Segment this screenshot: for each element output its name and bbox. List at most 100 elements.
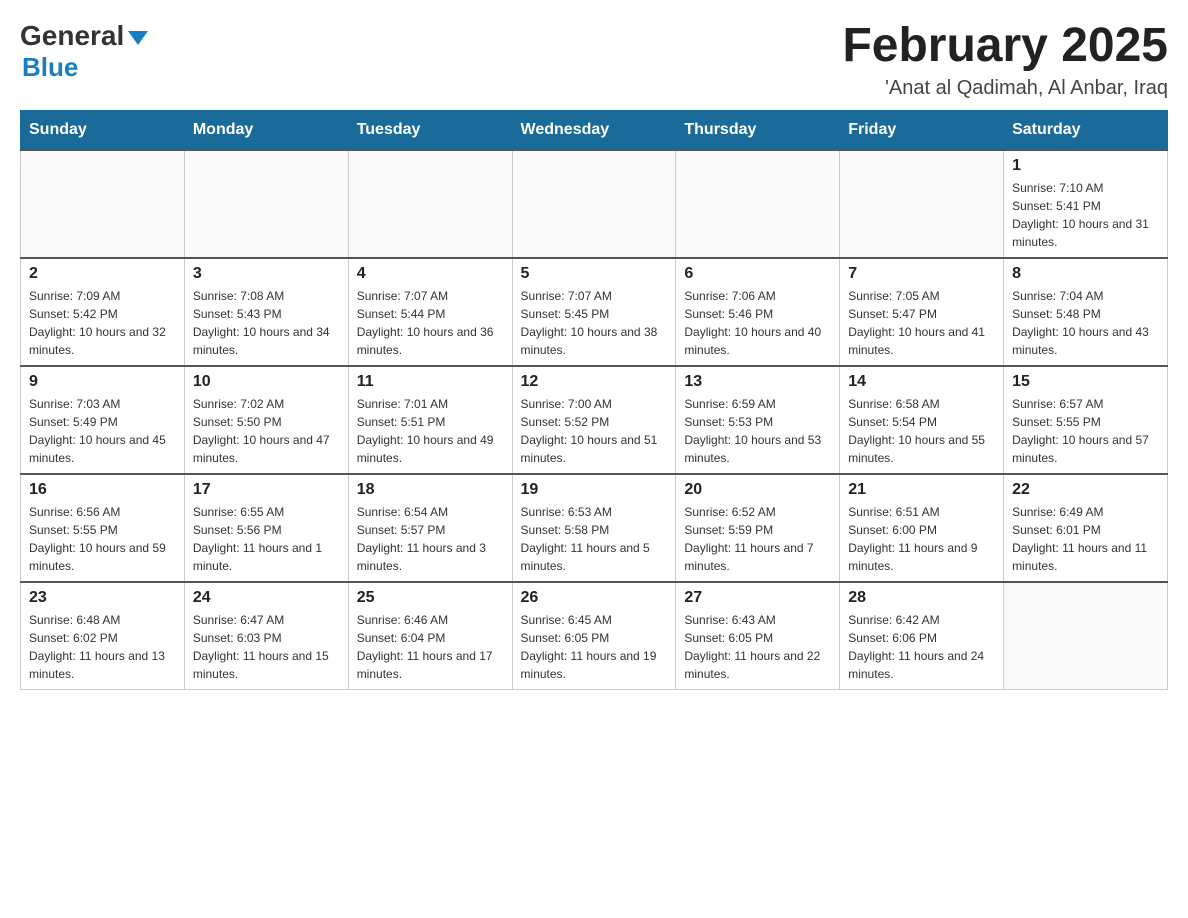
day-number: 7 xyxy=(848,265,995,283)
day-info: Sunrise: 7:06 AM Sunset: 5:46 PM Dayligh… xyxy=(684,287,831,359)
calendar-table: Sunday Monday Tuesday Wednesday Thursday… xyxy=(20,110,1168,690)
day-number: 4 xyxy=(357,265,504,283)
calendar-cell: 22 Sunrise: 6:49 AM Sunset: 6:01 PM Dayli… xyxy=(1004,474,1168,582)
day-number: 20 xyxy=(684,481,831,499)
calendar-cell xyxy=(21,150,185,258)
calendar-cell: 7Sunrise: 7:05 AM Sunset: 5:47 PM Daylig… xyxy=(840,258,1004,366)
logo: General Blue xyxy=(20,20,148,83)
day-number: 10 xyxy=(193,373,340,391)
calendar-cell: 1 Sunrise: 7:10 AM Sunset: 5:41 PM Daylig… xyxy=(1004,150,1168,258)
day-info: Sunrise: 6:49 AM Sunset: 6:01 PM Dayligh… xyxy=(1012,503,1159,575)
day-number: 26 xyxy=(521,589,668,607)
header-thursday: Thursday xyxy=(676,110,840,150)
day-number: 2 xyxy=(29,265,176,283)
calendar-cell: 3Sunrise: 7:08 AM Sunset: 5:43 PM Daylig… xyxy=(184,258,348,366)
day-info: Sunrise: 7:07 AM Sunset: 5:45 PM Dayligh… xyxy=(521,287,668,359)
day-number: 6 xyxy=(684,265,831,283)
calendar-cell: 12 Sunrise: 7:00 AM Sunset: 5:52 PM Dayli… xyxy=(512,366,676,474)
calendar-cell xyxy=(676,150,840,258)
calendar-week-4: 16 Sunrise: 6:56 AM Sunset: 5:55 PM Dayli… xyxy=(21,474,1168,582)
calendar-cell: 4 Sunrise: 7:07 AM Sunset: 5:44 PM Daylig… xyxy=(348,258,512,366)
day-number: 8 xyxy=(1012,265,1159,283)
calendar-cell: 24 Sunrise: 6:47 AM Sunset: 6:03 PM Dayli… xyxy=(184,582,348,690)
day-info: Sunrise: 6:42 AM Sunset: 6:06 PM Dayligh… xyxy=(848,611,995,683)
day-info: Sunrise: 7:07 AM Sunset: 5:44 PM Dayligh… xyxy=(357,287,504,359)
day-number: 21 xyxy=(848,481,995,499)
logo-blue-text: Blue xyxy=(22,52,78,83)
calendar-cell: 2 Sunrise: 7:09 AM Sunset: 5:42 PM Daylig… xyxy=(21,258,185,366)
day-info: Sunrise: 6:52 AM Sunset: 5:59 PM Dayligh… xyxy=(684,503,831,575)
page-subtitle: 'Anat al Qadimah, Al Anbar, Iraq xyxy=(842,77,1168,100)
header-wednesday: Wednesday xyxy=(512,110,676,150)
day-info: Sunrise: 6:55 AM Sunset: 5:56 PM Dayligh… xyxy=(193,503,340,575)
calendar-cell: 10 Sunrise: 7:02 AM Sunset: 5:50 PM Dayli… xyxy=(184,366,348,474)
day-info: Sunrise: 6:54 AM Sunset: 5:57 PM Dayligh… xyxy=(357,503,504,575)
calendar-cell: 26 Sunrise: 6:45 AM Sunset: 6:05 PM Dayli… xyxy=(512,582,676,690)
calendar-cell: 17 Sunrise: 6:55 AM Sunset: 5:56 PM Dayli… xyxy=(184,474,348,582)
day-number: 9 xyxy=(29,373,176,391)
day-info: Sunrise: 6:57 AM Sunset: 5:55 PM Dayligh… xyxy=(1012,395,1159,467)
page-title: February 2025 xyxy=(842,20,1168,73)
day-number: 16 xyxy=(29,481,176,499)
calendar-cell: 19Sunrise: 6:53 AM Sunset: 5:58 PM Dayli… xyxy=(512,474,676,582)
day-number: 24 xyxy=(193,589,340,607)
calendar-header-row: Sunday Monday Tuesday Wednesday Thursday… xyxy=(21,110,1168,150)
calendar-cell: 11Sunrise: 7:01 AM Sunset: 5:51 PM Dayli… xyxy=(348,366,512,474)
day-number: 27 xyxy=(684,589,831,607)
logo-general-text: General xyxy=(20,20,124,52)
day-info: Sunrise: 6:43 AM Sunset: 6:05 PM Dayligh… xyxy=(684,611,831,683)
day-info: Sunrise: 7:08 AM Sunset: 5:43 PM Dayligh… xyxy=(193,287,340,359)
day-info: Sunrise: 7:02 AM Sunset: 5:50 PM Dayligh… xyxy=(193,395,340,467)
calendar-week-3: 9 Sunrise: 7:03 AM Sunset: 5:49 PM Daylig… xyxy=(21,366,1168,474)
day-number: 11 xyxy=(357,373,504,391)
calendar-cell xyxy=(512,150,676,258)
day-number: 18 xyxy=(357,481,504,499)
day-info: Sunrise: 6:45 AM Sunset: 6:05 PM Dayligh… xyxy=(521,611,668,683)
day-info: Sunrise: 6:58 AM Sunset: 5:54 PM Dayligh… xyxy=(848,395,995,467)
calendar-cell: 28 Sunrise: 6:42 AM Sunset: 6:06 PM Dayli… xyxy=(840,582,1004,690)
calendar-cell xyxy=(840,150,1004,258)
day-number: 5 xyxy=(521,265,668,283)
day-number: 28 xyxy=(848,589,995,607)
calendar-week-5: 23 Sunrise: 6:48 AM Sunset: 6:02 PM Dayli… xyxy=(21,582,1168,690)
day-info: Sunrise: 7:10 AM Sunset: 5:41 PM Dayligh… xyxy=(1012,179,1159,251)
header-monday: Monday xyxy=(184,110,348,150)
calendar-cell: 6 Sunrise: 7:06 AM Sunset: 5:46 PM Daylig… xyxy=(676,258,840,366)
calendar-cell: 21 Sunrise: 6:51 AM Sunset: 6:00 PM Dayli… xyxy=(840,474,1004,582)
day-number: 15 xyxy=(1012,373,1159,391)
calendar-cell: 15 Sunrise: 6:57 AM Sunset: 5:55 PM Dayli… xyxy=(1004,366,1168,474)
day-info: Sunrise: 7:04 AM Sunset: 5:48 PM Dayligh… xyxy=(1012,287,1159,359)
title-block: February 2025 'Anat al Qadimah, Al Anbar… xyxy=(842,20,1168,100)
day-info: Sunrise: 7:00 AM Sunset: 5:52 PM Dayligh… xyxy=(521,395,668,467)
day-info: Sunrise: 7:09 AM Sunset: 5:42 PM Dayligh… xyxy=(29,287,176,359)
day-number: 23 xyxy=(29,589,176,607)
calendar-cell xyxy=(348,150,512,258)
calendar-week-2: 2 Sunrise: 7:09 AM Sunset: 5:42 PM Daylig… xyxy=(21,258,1168,366)
calendar-cell: 8 Sunrise: 7:04 AM Sunset: 5:48 PM Daylig… xyxy=(1004,258,1168,366)
logo-arrow-icon xyxy=(128,31,148,45)
day-info: Sunrise: 7:03 AM Sunset: 5:49 PM Dayligh… xyxy=(29,395,176,467)
calendar-cell xyxy=(1004,582,1168,690)
day-info: Sunrise: 6:53 AM Sunset: 5:58 PM Dayligh… xyxy=(521,503,668,575)
day-number: 14 xyxy=(848,373,995,391)
day-number: 22 xyxy=(1012,481,1159,499)
page-header: General Blue February 2025 'Anat al Qadi… xyxy=(20,20,1168,100)
day-number: 25 xyxy=(357,589,504,607)
calendar-week-1: 1 Sunrise: 7:10 AM Sunset: 5:41 PM Daylig… xyxy=(21,150,1168,258)
calendar-cell: 16 Sunrise: 6:56 AM Sunset: 5:55 PM Dayli… xyxy=(21,474,185,582)
day-info: Sunrise: 6:51 AM Sunset: 6:00 PM Dayligh… xyxy=(848,503,995,575)
day-info: Sunrise: 6:48 AM Sunset: 6:02 PM Dayligh… xyxy=(29,611,176,683)
day-number: 1 xyxy=(1012,157,1159,175)
calendar-cell: 5 Sunrise: 7:07 AM Sunset: 5:45 PM Daylig… xyxy=(512,258,676,366)
day-number: 17 xyxy=(193,481,340,499)
day-number: 12 xyxy=(521,373,668,391)
calendar-cell: 20 Sunrise: 6:52 AM Sunset: 5:59 PM Dayli… xyxy=(676,474,840,582)
header-saturday: Saturday xyxy=(1004,110,1168,150)
day-info: Sunrise: 6:59 AM Sunset: 5:53 PM Dayligh… xyxy=(684,395,831,467)
calendar-cell: 9 Sunrise: 7:03 AM Sunset: 5:49 PM Daylig… xyxy=(21,366,185,474)
day-info: Sunrise: 6:47 AM Sunset: 6:03 PM Dayligh… xyxy=(193,611,340,683)
calendar-cell xyxy=(184,150,348,258)
calendar-cell: 25Sunrise: 6:46 AM Sunset: 6:04 PM Dayli… xyxy=(348,582,512,690)
calendar-cell: 13Sunrise: 6:59 AM Sunset: 5:53 PM Dayli… xyxy=(676,366,840,474)
day-info: Sunrise: 6:56 AM Sunset: 5:55 PM Dayligh… xyxy=(29,503,176,575)
